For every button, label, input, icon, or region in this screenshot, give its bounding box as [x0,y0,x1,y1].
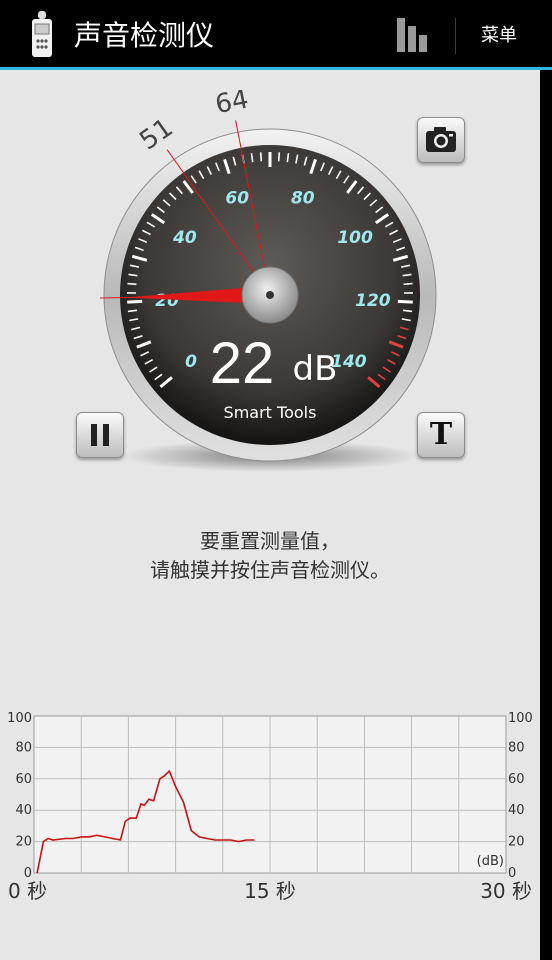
chart-y-tick-label: 80 [508,740,525,755]
chart-y-tick-label: 100 [508,711,533,726]
gauge-marker-label: 64 [213,90,251,120]
gauge-tick [277,152,281,162]
app-title: 声音检测仪 [74,19,215,52]
chart-y-tick-label: 80 [15,740,32,755]
action-bar: 声音检测仪 菜单 [0,0,552,70]
gauge-scale-label: 0 [185,352,197,372]
gauge-tick [127,299,143,304]
gauge-scale-label: 80 [291,188,315,208]
camera-button[interactable] [417,117,465,163]
chart-y-tick-label: 60 [15,772,32,787]
gauge-tick [259,152,263,162]
gauge-scale-label: 60 [225,188,249,208]
gauge-tick [127,309,137,313]
gauge-tick [403,309,413,313]
chart-x-axis-labels: 0 秒 15 秒 30 秒 [8,879,532,903]
chart-unit-label: (dB) [477,854,504,869]
chart-x-label: 15 秒 [244,879,296,903]
brand-label: Smart Tools [224,403,317,422]
chart-y-tick-label: 40 [508,803,525,818]
gauge-marker-label: 51 [134,113,178,157]
gauge-scale-label: 120 [355,291,391,311]
chart-x-label: 30 秒 [480,879,532,903]
gauge-tick [397,299,413,304]
gauge-tick [127,282,137,286]
chart-y-tick-label: 20 [508,835,525,850]
camera-icon [426,127,456,152]
action-bar-divider [455,18,456,54]
text-button[interactable]: T [417,412,465,458]
gauge-hub-center [266,291,274,299]
db-reading-unit: dB [293,349,338,389]
pause-button[interactable] [76,412,124,458]
chart-y-tick-label: 20 [15,835,32,850]
sound-meter-icon[interactable] [30,11,54,59]
chart-y-tick-label: 60 [508,772,525,787]
chart-y-tick-label: 40 [15,803,32,818]
chart-x-label: 0 秒 [8,879,47,903]
reset-hint-line2: 请触摸并按住声音检测仪。 [150,558,390,582]
chart-y-axis-left: 100806040200 [7,711,32,881]
gauge-scale-label: 40 [172,228,197,248]
db-reading-value: 22 [210,331,275,396]
chart-y-axis-right: 100806040200 [508,711,533,881]
screen-edge [540,70,552,960]
gauge-tick [403,282,413,286]
menu-button[interactable]: 菜单 [470,20,528,52]
reset-hint-line1: 要重置测量值， [200,529,340,553]
bar-chart-icon[interactable] [390,12,438,58]
pause-icon [91,424,109,446]
gauge-scale-label: 100 [337,228,373,248]
text-icon: T [429,417,453,452]
chart-y-tick-label: 100 [7,711,32,726]
history-chart: 100806040200 100806040200 (dB) 0 秒 15 秒 30… [7,711,533,903]
sound-level-gauge[interactable]: 020406080100120140 215164 22 dB Smart To… [100,90,440,480]
reset-hint: 要重置测量值， 请触摸并按住声音检测仪。 [0,527,540,585]
